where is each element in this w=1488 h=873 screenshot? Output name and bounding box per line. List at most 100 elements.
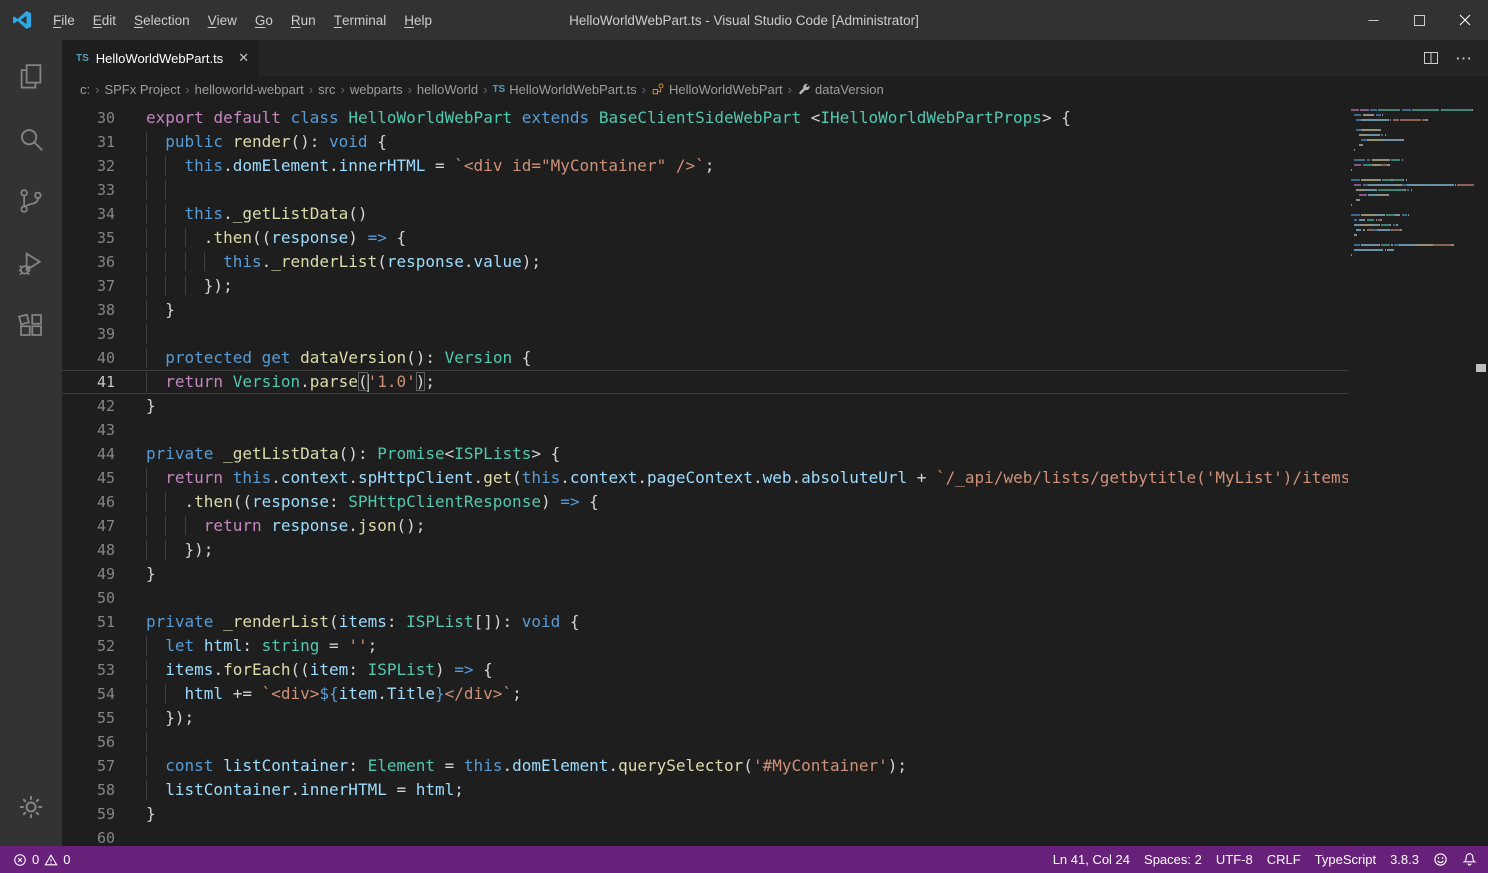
code-line: 59} [62, 802, 1348, 826]
menu-go[interactable]: Go [246, 0, 282, 40]
overview-ruler[interactable] [1474, 102, 1488, 846]
code-line: 56 [62, 730, 1348, 754]
line-number: 31 [62, 130, 115, 154]
code-line: 39 [62, 322, 1348, 346]
line-number: 59 [62, 802, 115, 826]
line-number: 30 [62, 106, 115, 130]
line-number: 34 [62, 202, 115, 226]
code-line: 44private _getListData(): Promise<ISPLis… [62, 442, 1348, 466]
line-number: 38 [62, 298, 115, 322]
activity-bar [0, 40, 62, 846]
explorer-icon[interactable] [0, 46, 62, 108]
breadcrumb-item[interactable]: dataVersion [797, 82, 884, 97]
menu-terminal[interactable]: Terminal [325, 0, 396, 40]
line-number: 53 [62, 658, 115, 682]
more-actions-icon[interactable]: ⋯ [1455, 50, 1472, 67]
search-icon[interactable] [0, 108, 62, 170]
breadcrumb-item[interactable]: c: [80, 82, 90, 97]
menu-view[interactable]: View [199, 0, 246, 40]
line-number: 50 [62, 586, 115, 610]
line-number: 33 [62, 178, 115, 202]
menu-help[interactable]: Help [395, 0, 441, 40]
extensions-icon[interactable] [0, 294, 62, 356]
code-line: 42} [62, 394, 1348, 418]
breadcrumb-item[interactable]: src [318, 82, 335, 97]
code-line: 60 [62, 826, 1348, 846]
code-line: 58 listContainer.innerHTML = html; [62, 778, 1348, 802]
breadcrumb-item[interactable]: HelloWorldWebPart [651, 82, 783, 97]
line-number: 39 [62, 322, 115, 346]
code-line: 45 return this.context.spHttpClient.get(… [62, 466, 1348, 490]
line-number: 58 [62, 778, 115, 802]
indentation-setting[interactable]: Spaces: 2 [1137, 846, 1209, 873]
menu-bar: FileEditSelectionViewGoRunTerminalHelp [44, 0, 441, 40]
breadcrumb-item[interactable]: SPFx Project [104, 82, 180, 97]
window-title: HelloWorldWebPart.ts - Visual Studio Cod… [569, 13, 919, 28]
close-button[interactable] [1442, 0, 1488, 40]
code-line: 34 this._getListData() [62, 202, 1348, 226]
typescript-file-icon: TS [76, 53, 89, 64]
line-number: 48 [62, 538, 115, 562]
menu-run[interactable]: Run [282, 0, 325, 40]
notifications-bell-icon[interactable] [1455, 846, 1484, 873]
breadcrumb-item[interactable]: TSHelloWorldWebPart.ts [492, 82, 636, 97]
language-mode[interactable]: TypeScript [1308, 846, 1383, 873]
menu-edit[interactable]: Edit [84, 0, 125, 40]
code-line: 54 html += `<div>${item.Title}</div>`; [62, 682, 1348, 706]
code-line: 32 this.domElement.innerHTML = `<div id=… [62, 154, 1348, 178]
code-line: 33 [62, 178, 1348, 202]
close-tab-icon[interactable]: ✕ [238, 50, 249, 66]
editor: 30export default class HelloWorldWebPart… [62, 102, 1488, 846]
code-line: 35 .then((response) => { [62, 226, 1348, 250]
tab-bar: TS HelloWorldWebPart.ts ✕ ⋯ [62, 40, 1488, 76]
line-number: 40 [62, 346, 115, 370]
line-number: 43 [62, 418, 115, 442]
code-line: 40 protected get dataVersion(): Version … [62, 346, 1348, 370]
line-number: 35 [62, 226, 115, 250]
chevron-right-icon: › [642, 82, 646, 97]
source-control-icon[interactable] [0, 170, 62, 232]
minimap[interactable] [1348, 102, 1474, 846]
breadcrumb-item[interactable]: helloworld-webpart [195, 82, 304, 97]
menu-selection[interactable]: Selection [125, 0, 199, 40]
minimize-button[interactable] [1350, 0, 1396, 40]
chevron-right-icon: › [788, 82, 792, 97]
code-line: 41 return Version.parse('1.0'); [62, 370, 1348, 394]
code-line: 53 items.forEach((item: ISPList) => { [62, 658, 1348, 682]
maximize-button[interactable] [1396, 0, 1442, 40]
code-line: 31 public render(): void { [62, 130, 1348, 154]
tab-helloworldwebpart[interactable]: TS HelloWorldWebPart.ts ✕ [62, 40, 260, 76]
code-line: 38 } [62, 298, 1348, 322]
line-number: 36 [62, 250, 115, 274]
line-number: 46 [62, 490, 115, 514]
settings-gear-icon[interactable] [0, 776, 62, 838]
error-icon [13, 853, 27, 867]
chevron-right-icon: › [309, 82, 313, 97]
line-number: 45 [62, 466, 115, 490]
typescript-version[interactable]: 3.8.3 [1383, 846, 1426, 873]
split-editor-icon[interactable] [1423, 50, 1439, 66]
window-controls [1350, 0, 1488, 40]
code-line: 48 }); [62, 538, 1348, 562]
cursor-position[interactable]: Ln 41, Col 24 [1046, 846, 1137, 873]
breadcrumb-item[interactable]: helloWorld [417, 82, 478, 97]
run-debug-icon[interactable] [0, 232, 62, 294]
menu-file[interactable]: File [44, 0, 84, 40]
line-number: 42 [62, 394, 115, 418]
feedback-smiley-icon[interactable] [1426, 846, 1455, 873]
chevron-right-icon: › [408, 82, 412, 97]
warning-icon [44, 853, 58, 867]
vscode-logo-icon [0, 9, 44, 31]
problems-indicator[interactable]: 0 0 [6, 846, 77, 873]
code-area[interactable]: 30export default class HelloWorldWebPart… [62, 102, 1348, 846]
breadcrumb-item[interactable]: webparts [350, 82, 403, 97]
tab-label: HelloWorldWebPart.ts [96, 51, 223, 66]
eol-setting[interactable]: CRLF [1260, 846, 1308, 873]
code-line: 37 }); [62, 274, 1348, 298]
code-line: 46 .then((response: SPHttpClientResponse… [62, 490, 1348, 514]
error-count: 0 [32, 852, 39, 867]
encoding-setting[interactable]: UTF-8 [1209, 846, 1260, 873]
code-line: 47 return response.json(); [62, 514, 1348, 538]
line-number: 54 [62, 682, 115, 706]
code-line: 52 let html: string = ''; [62, 634, 1348, 658]
